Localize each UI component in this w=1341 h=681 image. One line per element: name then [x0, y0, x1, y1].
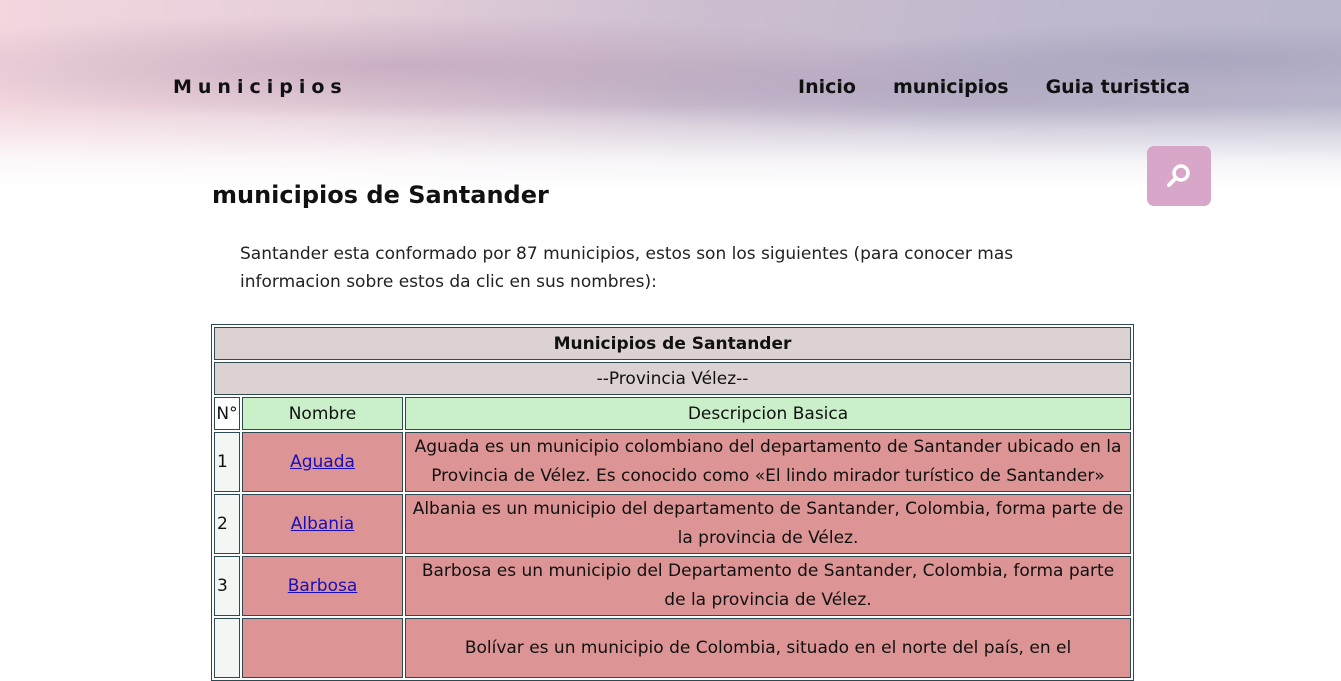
col-header-name: Nombre	[242, 397, 403, 430]
row-number: 3	[214, 556, 240, 616]
intro-text: Santander esta conformado por 87 municip…	[240, 244, 1014, 292]
row-description: Barbosa es un municipio del Departamento…	[405, 556, 1131, 616]
municipio-link-barbosa[interactable]: Barbosa	[288, 576, 358, 596]
site-brand[interactable]: Municipios	[173, 76, 348, 98]
nav-inicio[interactable]: Inicio	[798, 76, 856, 98]
nav-municipios[interactable]: municipios	[893, 76, 1009, 98]
search-icon	[1167, 164, 1190, 187]
table-row: Bolívar es un municipio de Colombia, sit…	[214, 618, 1131, 678]
table-row: 1 Aguada Aguada es un municipio colombia…	[214, 432, 1131, 492]
table-row: 2 Albania Albania es un municipio del de…	[214, 494, 1131, 554]
row-number	[214, 618, 240, 678]
search-button[interactable]	[1147, 146, 1211, 206]
page-title: municipios de Santander	[212, 181, 549, 209]
municipio-link-albania[interactable]: Albania	[291, 514, 354, 534]
table-row: 3 Barbosa Barbosa es un municipio del De…	[214, 556, 1131, 616]
row-number: 1	[214, 432, 240, 492]
row-description: Bolívar es un municipio de Colombia, sit…	[405, 618, 1131, 678]
table-caption: Municipios de Santander	[214, 327, 1131, 360]
col-header-number: N°	[214, 397, 240, 430]
row-name-cell: Aguada	[242, 432, 403, 492]
row-name-cell: Barbosa	[242, 556, 403, 616]
col-header-description: Descripcion Basica	[405, 397, 1131, 430]
nav-guia-turistica[interactable]: Guia turistica	[1046, 76, 1191, 98]
province-label: --Provincia Vélez--	[214, 362, 1131, 395]
row-number: 2	[214, 494, 240, 554]
row-name-cell: Albania	[242, 494, 403, 554]
row-name-cell	[242, 618, 403, 678]
row-description: Albania es un municipio del departamento…	[405, 494, 1131, 554]
municipios-table: Municipios de Santander --Provincia Véle…	[211, 324, 1134, 681]
row-description: Aguada es un municipio colombiano del de…	[405, 432, 1131, 492]
municipio-link-aguada[interactable]: Aguada	[290, 452, 355, 472]
main-nav: Inicio municipios Guia turistica	[798, 76, 1190, 98]
